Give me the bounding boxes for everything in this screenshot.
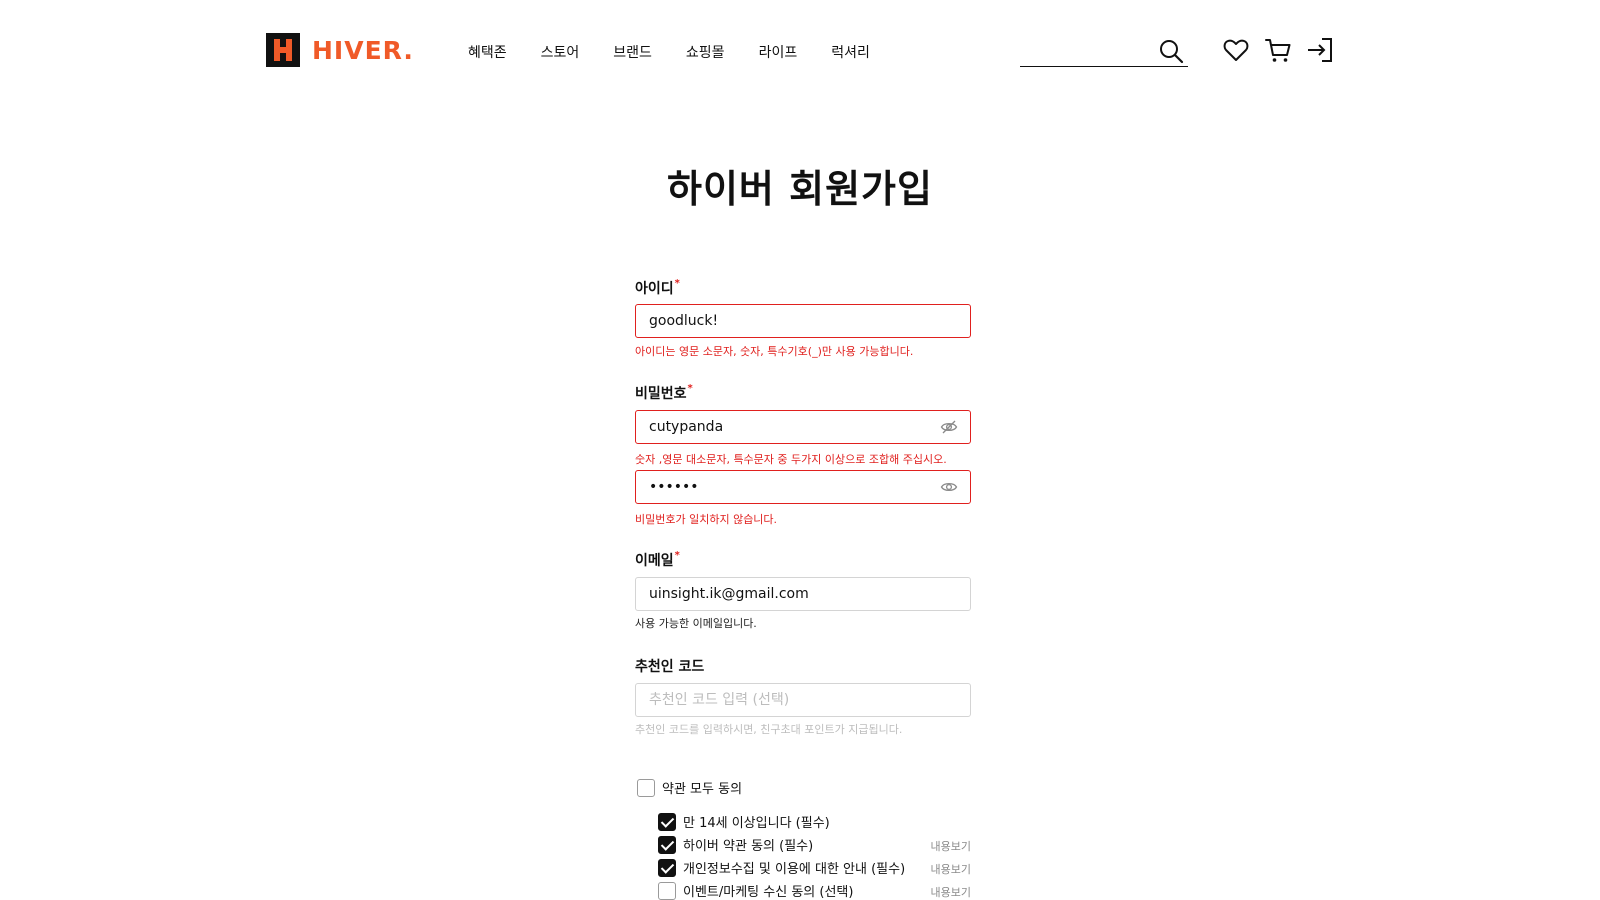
cart-icon — [1265, 39, 1291, 62]
nav-item-brand[interactable]: 브랜드 — [613, 44, 652, 62]
id-error-message: 아이디는 영문 소문자, 숫자, 특수기호(_)만 사용 가능합니다. — [635, 345, 914, 358]
email-field — [635, 577, 971, 611]
referral-hint: 추천인 코드를 입력하시면, 친구초대 포인트가 지급됩니다. — [635, 723, 903, 736]
agree-all-row[interactable]: 약관 모두 동의 — [637, 778, 742, 797]
id-field — [635, 304, 971, 338]
eye-off-icon[interactable] — [940, 419, 958, 435]
cart-button[interactable] — [1264, 36, 1292, 64]
email-input[interactable] — [649, 578, 929, 610]
search-input[interactable] — [1020, 38, 1150, 62]
term-row-age[interactable]: 만 14세 이상입니다 (필수) — [658, 812, 830, 831]
password-confirm-error-message: 비밀번호가 일치하지 않습니다. — [635, 513, 778, 526]
term-row-service[interactable]: 하이버 약관 동의 (필수) — [658, 835, 813, 854]
login-button[interactable] — [1306, 36, 1334, 64]
term-row-privacy[interactable]: 개인정보수집 및 이용에 대한 안내 (필수) — [658, 858, 905, 877]
referral-label: 추천인 코드 — [635, 659, 705, 675]
header: HIVER. 혜택존 스토어 브랜드 쇼핑몰 라이프 럭셔리 — [0, 0, 1600, 100]
login-icon — [1308, 38, 1332, 62]
nav-item-shopping-mall[interactable]: 쇼핑몰 — [686, 44, 725, 62]
search-bar — [1020, 34, 1188, 67]
term-service-checkbox[interactable] — [658, 835, 676, 854]
nav-item-benefit-zone[interactable]: 혜택존 — [468, 44, 507, 62]
heart-icon — [1223, 39, 1249, 61]
password-label: 비밀번호* — [635, 383, 693, 403]
required-mark: * — [674, 278, 680, 289]
page-title: 하이버 회원가입 — [667, 167, 933, 211]
password-confirm-field — [635, 470, 971, 504]
email-valid-message: 사용 가능한 이메일입니다. — [635, 617, 757, 630]
password-error-message: 숫자 ,영문 대소문자, 특수문자 중 두가지 이상으로 조합해 주십시오. — [635, 453, 947, 466]
id-label: 아이디* — [635, 278, 680, 298]
email-label: 이메일* — [635, 550, 680, 570]
agree-all-label: 약관 모두 동의 — [662, 782, 743, 797]
email-label-text: 이메일 — [635, 553, 674, 569]
nav-item-store[interactable]: 스토어 — [541, 44, 580, 62]
required-mark: * — [674, 550, 680, 561]
term-age-label: 만 14세 이상입니다 (필수) — [683, 816, 830, 831]
term-privacy-label: 개인정보수집 및 이용에 대한 안내 (필수) — [683, 862, 906, 877]
password-confirm-input[interactable] — [649, 471, 929, 503]
logo-text: HIVER. — [312, 35, 414, 65]
required-mark: * — [687, 383, 693, 394]
term-privacy-view-link[interactable]: 내용보기 — [931, 861, 971, 877]
search-icon[interactable] — [1158, 38, 1184, 64]
term-marketing-checkbox[interactable] — [658, 881, 676, 900]
referral-field — [635, 683, 971, 717]
eye-icon[interactable] — [940, 479, 958, 495]
referral-code-input[interactable] — [649, 684, 929, 716]
nav-item-luxury[interactable]: 럭셔리 — [831, 44, 870, 62]
main-nav: 혜택존 스토어 브랜드 쇼핑몰 라이프 럭셔리 — [468, 44, 904, 62]
password-label-text: 비밀번호 — [635, 386, 687, 402]
password-input[interactable] — [649, 411, 929, 443]
password-field — [635, 410, 971, 444]
term-service-view-link[interactable]: 내용보기 — [931, 838, 971, 854]
id-label-text: 아이디 — [635, 281, 674, 297]
term-service-label: 하이버 약관 동의 (필수) — [683, 839, 814, 854]
nav-item-life[interactable]: 라이프 — [759, 44, 798, 62]
term-marketing-label: 이벤트/마케팅 수신 동의 (선택) — [683, 885, 854, 900]
agree-all-checkbox[interactable] — [637, 778, 655, 797]
term-marketing-view-link[interactable]: 내용보기 — [931, 884, 971, 900]
hiver-logo[interactable]: HIVER. — [266, 32, 414, 68]
term-privacy-checkbox[interactable] — [658, 858, 676, 877]
logo-mark-icon — [266, 33, 300, 67]
id-input[interactable] — [649, 305, 929, 337]
wishlist-button[interactable] — [1222, 36, 1250, 64]
term-row-marketing[interactable]: 이벤트/마케팅 수신 동의 (선택) — [658, 881, 853, 900]
term-age-checkbox[interactable] — [658, 812, 676, 831]
